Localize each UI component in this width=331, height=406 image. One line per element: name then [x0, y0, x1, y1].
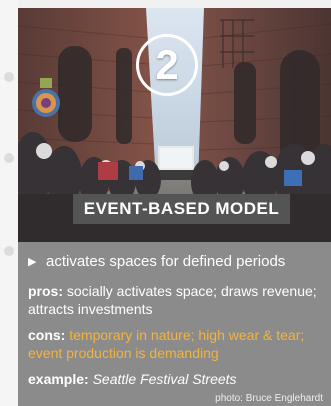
left-edge-marks — [0, 0, 18, 406]
number-badge-icon: 2 — [136, 34, 198, 96]
play-triangle-icon: ▶ — [28, 256, 37, 268]
cons-label: cons: — [28, 327, 66, 343]
pros-text: socially activates space; draws revenue;… — [28, 283, 317, 317]
event-photo: 2 EVENT-BASED MODEL — [18, 8, 331, 242]
pros-label: pros: — [28, 283, 63, 299]
cons-paragraph: cons: temporary in nature; high wear & t… — [28, 326, 330, 362]
content-text: ▶ activates spaces for defined periods p… — [28, 252, 330, 396]
page-title: EVENT-BASED MODEL — [73, 194, 290, 224]
cons-text: temporary in nature; high wear & tear; e… — [28, 327, 305, 361]
summary-line: ▶ activates spaces for defined periods — [28, 252, 330, 272]
photo-credit: photo: Bruce Englehardt — [215, 393, 323, 404]
example-label: example: — [28, 371, 89, 387]
pros-paragraph: pros: socially activates space; draws re… — [28, 282, 330, 318]
slide-card: 2 EVENT-BASED MODEL ▶ activates spaces f… — [18, 8, 331, 406]
example-paragraph: example: Seattle Festival Streets — [28, 370, 330, 388]
example-text: Seattle Festival Streets — [92, 371, 237, 387]
summary-text: activates spaces for defined periods — [46, 253, 286, 270]
